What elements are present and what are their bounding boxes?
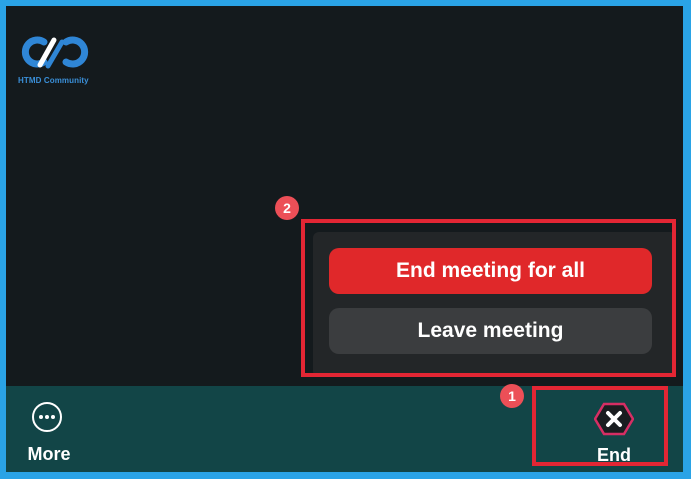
meeting-toolbar: More End: [6, 386, 683, 472]
end-meeting-for-all-button[interactable]: End meeting for all: [329, 248, 652, 294]
end-label: End: [597, 445, 631, 465]
more-button[interactable]: More: [22, 402, 80, 466]
step-badge-2: 2: [275, 196, 299, 220]
close-hexagon-icon: [594, 402, 634, 436]
htmd-logo-icon: [21, 36, 89, 69]
step-badge-1: 1: [500, 384, 524, 408]
meeting-window: HTMD Community End meeting for all Leave…: [6, 6, 683, 472]
end-meeting-menu: End meeting for all Leave meeting: [313, 232, 676, 377]
more-label: More: [27, 444, 71, 464]
logo-caption: HTMD Community: [18, 76, 89, 85]
leave-meeting-button[interactable]: Leave meeting: [329, 308, 652, 354]
end-button[interactable]: End: [546, 396, 672, 470]
htmd-community-logo: HTMD Community: [18, 32, 98, 96]
ellipsis-circle-icon: [32, 402, 62, 432]
